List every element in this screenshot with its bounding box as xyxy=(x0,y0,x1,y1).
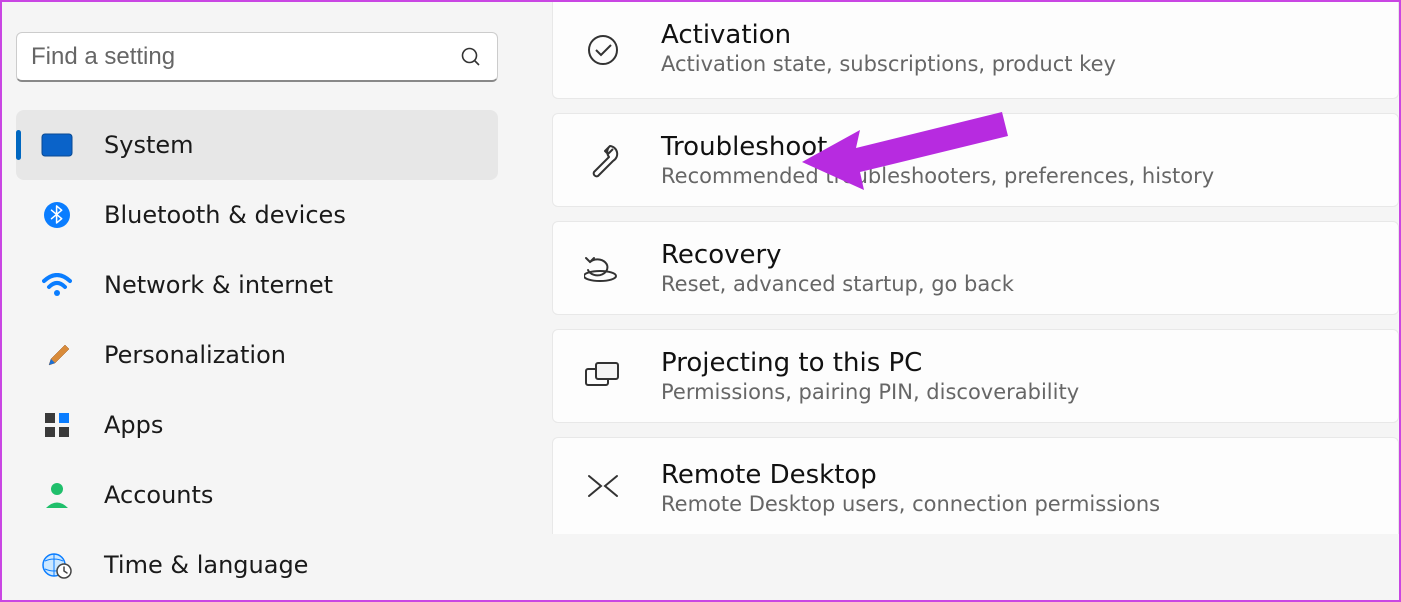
card-text: Recovery Reset, advanced startup, go bac… xyxy=(661,240,1014,296)
sidebar-item-accounts[interactable]: Accounts xyxy=(16,460,498,530)
sidebar-item-label: Network & internet xyxy=(104,271,333,299)
card-subtitle: Reset, advanced startup, go back xyxy=(661,272,1014,296)
card-subtitle: Recommended troubleshooters, preferences… xyxy=(661,164,1214,188)
search-icon xyxy=(459,45,483,69)
recovery-icon xyxy=(581,252,625,284)
wifi-icon xyxy=(40,273,74,297)
apps-icon xyxy=(40,412,74,438)
screens-icon xyxy=(581,361,625,391)
bluetooth-icon xyxy=(40,201,74,229)
card-troubleshoot[interactable]: Troubleshoot Recommended troubleshooters… xyxy=(552,113,1399,207)
card-recovery[interactable]: Recovery Reset, advanced startup, go bac… xyxy=(552,221,1399,315)
card-title: Recovery xyxy=(661,240,1014,270)
sidebar-item-network[interactable]: Network & internet xyxy=(16,250,498,320)
sidebar-nav: System Bluetooth & devices Network & int… xyxy=(16,110,498,600)
clock-globe-icon xyxy=(40,551,74,579)
card-title: Remote Desktop xyxy=(661,460,1160,490)
settings-main-panel: Activation Activation state, subscriptio… xyxy=(512,2,1399,600)
sidebar-item-label: System xyxy=(104,131,194,159)
card-text: Troubleshoot Recommended troubleshooters… xyxy=(661,132,1214,188)
card-title: Projecting to this PC xyxy=(661,348,1079,378)
card-text: Activation Activation state, subscriptio… xyxy=(661,20,1116,80)
card-projecting[interactable]: Projecting to this PC Permissions, pairi… xyxy=(552,329,1399,423)
sidebar-item-personalization[interactable]: Personalization xyxy=(16,320,498,390)
card-text: Projecting to this PC Permissions, pairi… xyxy=(661,348,1079,404)
card-title: Activation xyxy=(661,20,1116,50)
sidebar-item-bluetooth[interactable]: Bluetooth & devices xyxy=(16,180,498,250)
card-remote-desktop[interactable]: Remote Desktop Remote Desktop users, con… xyxy=(552,437,1399,534)
system-icon xyxy=(40,133,74,157)
sidebar-item-label: Time & language xyxy=(104,551,308,579)
search-input-wrap[interactable] xyxy=(16,32,498,82)
sidebar-item-system[interactable]: System xyxy=(16,110,498,180)
sidebar-item-label: Bluetooth & devices xyxy=(104,201,346,229)
sidebar-item-label: Personalization xyxy=(104,341,286,369)
card-title: Troubleshoot xyxy=(661,132,1214,162)
card-subtitle: Remote Desktop users, connection permiss… xyxy=(661,492,1160,516)
sidebar-item-label: Accounts xyxy=(104,481,213,509)
sidebar-item-apps[interactable]: Apps xyxy=(16,390,498,460)
card-activation[interactable]: Activation Activation state, subscriptio… xyxy=(552,2,1399,99)
search-input[interactable] xyxy=(31,43,451,71)
check-circle-icon xyxy=(581,33,625,67)
settings-sidebar: System Bluetooth & devices Network & int… xyxy=(2,2,512,600)
account-icon xyxy=(40,481,74,509)
card-subtitle: Permissions, pairing PIN, discoverabilit… xyxy=(661,380,1079,404)
card-subtitle: Activation state, subscriptions, product… xyxy=(661,52,1116,76)
remote-arrows-icon xyxy=(581,470,625,502)
card-text: Remote Desktop Remote Desktop users, con… xyxy=(661,456,1160,516)
sidebar-item-label: Apps xyxy=(104,411,163,439)
sidebar-item-time-language[interactable]: Time & language xyxy=(16,530,498,600)
paintbrush-icon xyxy=(40,341,74,369)
wrench-icon xyxy=(581,142,625,178)
